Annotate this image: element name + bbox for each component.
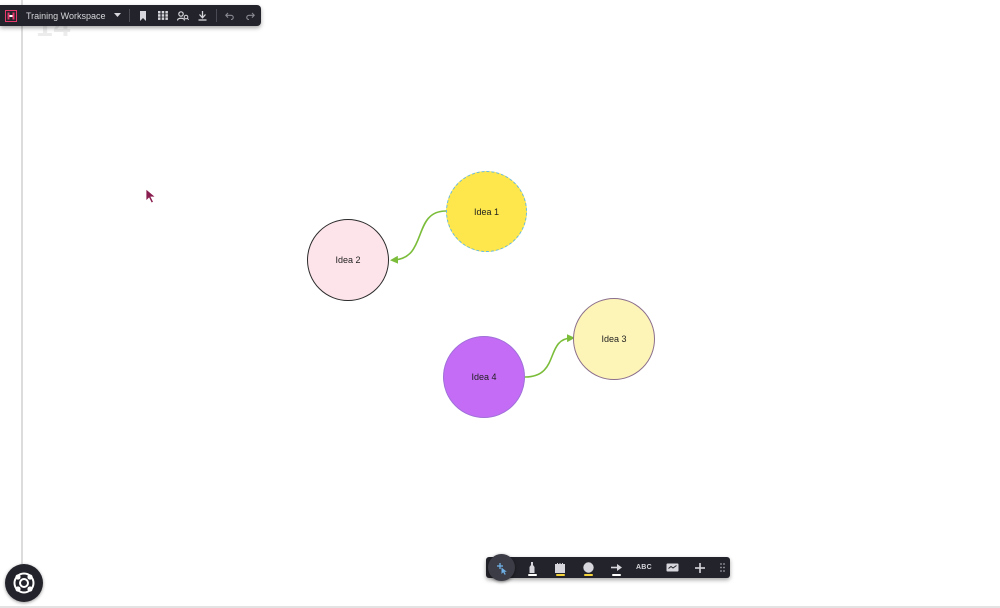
add-tool-button[interactable] (686, 557, 714, 578)
mouse-cursor-icon (145, 188, 157, 209)
grid-view-button[interactable] (153, 5, 173, 26)
marker-icon (529, 562, 535, 573)
search-people-button[interactable] (173, 5, 193, 26)
download-icon (198, 10, 207, 21)
select-move-icon (496, 562, 507, 575)
bookmark-button[interactable] (133, 5, 153, 26)
idea-2-circle[interactable]: Idea 2 (307, 219, 389, 301)
help-button[interactable] (5, 564, 43, 602)
logo-icon[interactable] (0, 5, 22, 26)
marker-tool-button[interactable] (518, 557, 546, 578)
bottom-toolbar: ABC (486, 554, 730, 581)
undo-icon (224, 12, 234, 20)
top-toolbar: Training Workspace (0, 5, 261, 26)
sticky-note-icon (555, 562, 565, 573)
connector-color-indicator (612, 574, 621, 576)
sticky-note-tool-button[interactable] (546, 557, 574, 578)
idea-4-circle[interactable]: Idea 4 (443, 336, 525, 418)
grid-icon (157, 11, 168, 20)
sticky-color-indicator (556, 574, 565, 576)
toolbar-divider (128, 9, 130, 22)
toolbar-divider (215, 9, 217, 22)
idea-4-label: Idea 4 (471, 372, 497, 382)
toolbar-drag-handle[interactable] (714, 557, 730, 578)
idea-1-circle[interactable]: Idea 1 (446, 171, 527, 252)
search-people-icon (176, 10, 189, 21)
marker-color-indicator (528, 574, 537, 576)
chevron-down-icon (114, 13, 122, 17)
add-icon (695, 562, 705, 573)
shape-color-indicator (584, 574, 593, 576)
idea-3-label: Idea 3 (601, 334, 627, 344)
bookmark-icon (139, 10, 146, 21)
grip-icon (719, 563, 725, 572)
redo-icon (245, 12, 255, 20)
download-button[interactable] (193, 5, 213, 26)
page-edge-line (21, 0, 23, 602)
tool-group: ABC (518, 557, 730, 578)
shape-tool-button[interactable] (574, 557, 602, 578)
connector-tool-button[interactable] (602, 557, 630, 578)
workspace-title[interactable]: Training Workspace (26, 11, 106, 21)
whiteboard-canvas[interactable]: 14 Idea 1 Idea 2 Idea 3 Idea 4 Training … (0, 0, 1000, 608)
workspace-menu-button[interactable] (110, 5, 126, 26)
connector-arrow-icon (610, 564, 622, 571)
connector-idea4-to-idea3[interactable] (524, 334, 575, 378)
undo-button[interactable] (220, 5, 240, 26)
idea-3-circle[interactable]: Idea 3 (573, 298, 655, 380)
comment-icon (666, 563, 678, 572)
connector-layer (390, 210, 575, 378)
lifebuoy-icon (13, 572, 35, 594)
redo-button[interactable] (240, 5, 260, 26)
comment-tool-button[interactable] (658, 557, 686, 578)
text-tool-button[interactable]: ABC (630, 557, 658, 578)
shape-icon (582, 562, 594, 573)
idea-1-label: Idea 1 (473, 206, 500, 217)
connector-idea1-to-idea2[interactable] (390, 210, 447, 264)
select-tool-button[interactable] (488, 554, 515, 581)
text-icon: ABC (635, 564, 653, 571)
idea-2-label: Idea 2 (335, 255, 361, 265)
